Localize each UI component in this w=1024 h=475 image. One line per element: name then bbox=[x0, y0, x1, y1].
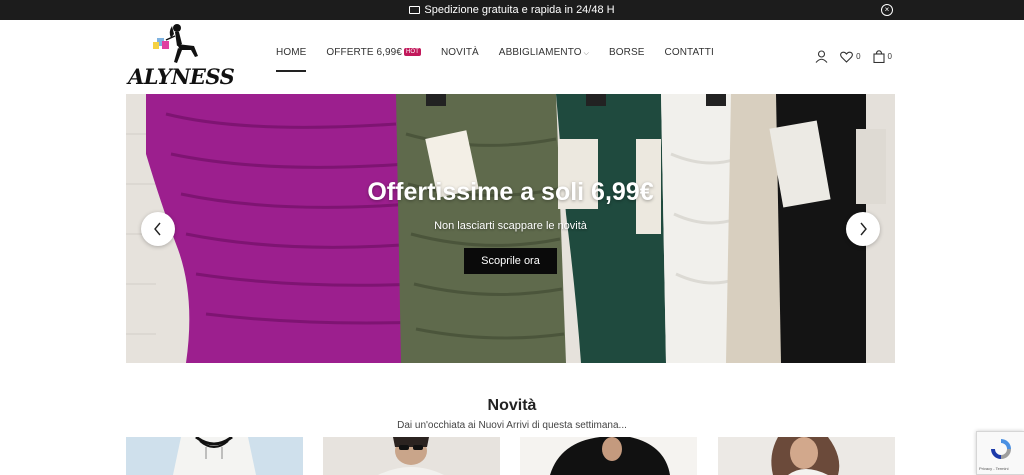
product-card[interactable] bbox=[520, 437, 697, 475]
cart-button[interactable]: 0 bbox=[872, 50, 892, 63]
product-image bbox=[718, 437, 895, 475]
chevron-down-icon: ⌵ bbox=[583, 50, 590, 57]
announcement-text: Spedizione gratuita e rapida in 24/48 H bbox=[424, 4, 615, 16]
chevron-right-icon bbox=[860, 222, 867, 236]
announcement-bar: Spedizione gratuita e rapida in 24/48 H … bbox=[0, 0, 1024, 20]
hot-badge: HOT bbox=[404, 48, 421, 56]
slider-next-button[interactable] bbox=[846, 212, 880, 246]
hero-title: Offertissime a soli 6,99€ bbox=[367, 178, 654, 206]
user-icon bbox=[815, 50, 828, 63]
slider-prev-button[interactable] bbox=[141, 212, 175, 246]
nav-item-novita[interactable]: NOVITÀ bbox=[441, 20, 479, 72]
product-card[interactable] bbox=[126, 437, 303, 475]
logo-wordmark: ALYNESS bbox=[128, 64, 235, 89]
section-subtitle: Dai un'occhiata ai Nuovi Arrivi di quest… bbox=[397, 420, 627, 431]
recaptcha-footer: Privacy - Termini bbox=[979, 466, 1009, 471]
main-navigation: HOME OFFERTE 6,99€ HOT NOVITÀ ABBIGLIAMEN… bbox=[276, 20, 734, 94]
recaptcha-badge[interactable]: Privacy - Termini bbox=[976, 431, 1024, 475]
nav-label-novita: NOVITÀ bbox=[440, 47, 479, 58]
account-button[interactable] bbox=[815, 50, 828, 63]
nav-item-abbigliamento[interactable]: ABBIGLIAMENTO ⌵ bbox=[499, 20, 589, 72]
hero-slider: Offertissime a soli 6,99€ Non lasciarti … bbox=[126, 94, 895, 363]
nav-label-borse: BORSE bbox=[609, 47, 645, 58]
discover-button[interactable]: Scoprile ora bbox=[464, 248, 557, 274]
section-title: Novità bbox=[487, 397, 537, 414]
cart-count: 0 bbox=[887, 52, 892, 61]
product-image bbox=[520, 437, 697, 475]
wishlist-button[interactable]: 0 bbox=[840, 51, 861, 63]
nav-item-borse[interactable]: BORSE bbox=[609, 20, 645, 72]
heart-icon bbox=[840, 51, 854, 63]
nav-label-offerte: OFFERTE 6,99€ bbox=[326, 47, 402, 58]
product-image bbox=[323, 437, 500, 475]
product-card[interactable] bbox=[718, 437, 895, 475]
chevron-left-icon bbox=[154, 222, 161, 236]
close-announcement-button[interactable]: × bbox=[881, 4, 893, 16]
nav-label-abbigliamento: ABBIGLIAMENTO bbox=[498, 47, 582, 58]
nav-item-home[interactable]: HOME bbox=[276, 20, 307, 72]
truck-icon bbox=[409, 6, 421, 14]
site-header: ALYNESS HOME OFFERTE 6,99€ HOT NOVITÀ ABB… bbox=[0, 20, 1024, 94]
site-logo[interactable]: ALYNESS bbox=[126, 22, 235, 92]
hero-subtitle: Non lasciarti scappare le novità bbox=[434, 220, 587, 232]
nav-label-contatti: CONTATTI bbox=[664, 47, 714, 58]
shopping-bag-icon bbox=[872, 50, 885, 63]
nav-label-home: HOME bbox=[276, 47, 307, 58]
product-image bbox=[126, 437, 303, 475]
product-card[interactable] bbox=[323, 437, 500, 475]
recaptcha-icon bbox=[991, 439, 1011, 459]
logo-silhouette-icon bbox=[153, 24, 198, 63]
header-actions: 0 0 bbox=[815, 50, 892, 63]
nav-item-offerte[interactable]: OFFERTE 6,99€ HOT bbox=[326, 20, 421, 72]
wishlist-count: 0 bbox=[856, 52, 861, 61]
nav-item-contatti[interactable]: CONTATTI bbox=[665, 20, 714, 72]
